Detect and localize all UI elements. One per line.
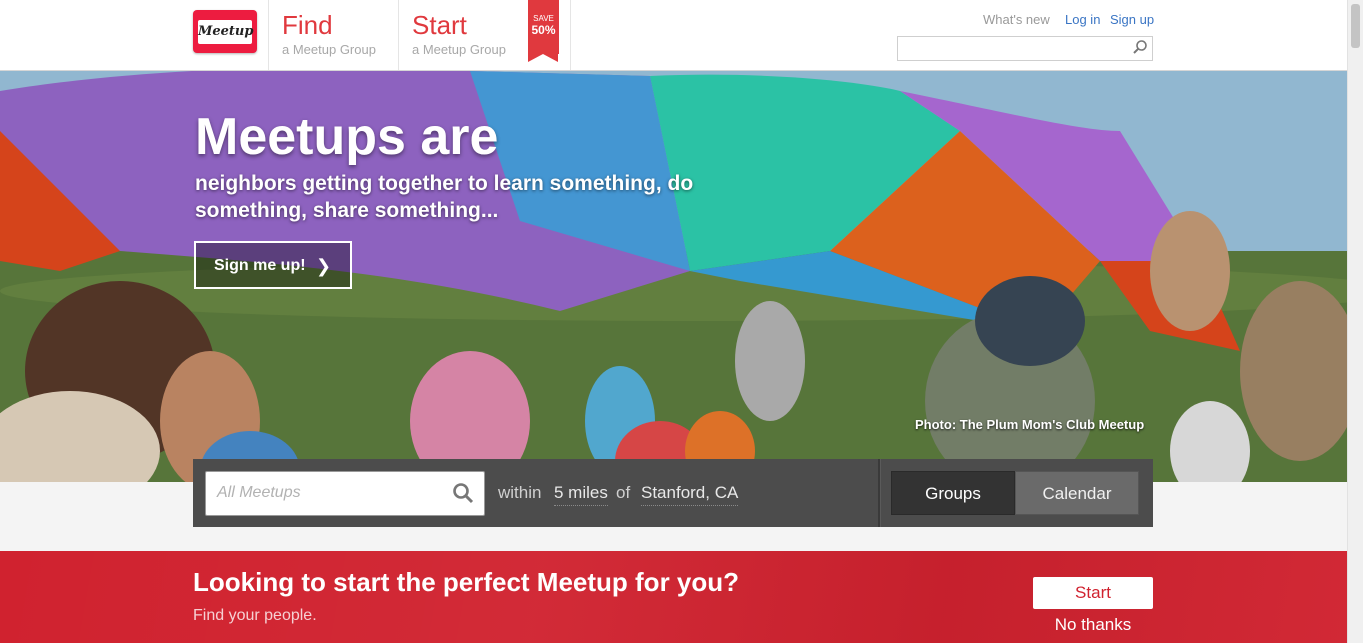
hero-title: Meetups are [195,108,499,166]
tab-calendar[interactable]: Calendar [1015,471,1139,515]
meetup-search-bar: All Meetups within 5 miles of Stanford, … [193,459,1153,527]
ribbon-percent-label: 50% [531,23,556,37]
promo-subtitle: Find your people. [193,607,317,624]
start-title: Start [412,10,467,40]
whats-new-link[interactable]: What's new [983,12,1050,27]
tab-groups[interactable]: Groups [891,471,1015,515]
login-link[interactable]: Log in [1065,12,1100,27]
search-icon[interactable] [1132,39,1148,55]
chevron-right-icon: ❯ [316,256,332,276]
nav-divider [570,0,571,70]
promo-title: Looking to start the perfect Meetup for … [193,567,740,597]
find-subtitle: a Meetup Group [282,42,376,57]
search-icon[interactable] [452,482,474,504]
nav-divider [268,0,269,70]
signup-link[interactable]: Sign up [1110,12,1154,27]
search-placeholder: All Meetups [217,484,301,501]
page-scrollbar[interactable] [1347,0,1363,643]
ribbon-save-label: SAVE [533,14,554,23]
start-meetup-promo: Looking to start the perfect Meetup for … [0,551,1347,643]
hero-subtitle: neighbors getting together to learn some… [195,172,694,222]
of-label: of [616,483,631,502]
meetup-search-input[interactable]: All Meetups [205,471,485,516]
no-thanks-link[interactable]: No thanks [1033,615,1153,635]
promo-start-button[interactable]: Start [1033,577,1153,609]
photo-credit: Photo: The Plum Mom's Club Meetup [915,417,1145,432]
location-selector[interactable]: Stanford, CA [641,483,739,506]
start-group-link[interactable]: Start a Meetup Group [412,8,506,58]
find-title: Find [282,10,333,40]
find-group-link[interactable]: Find a Meetup Group [282,8,376,58]
sign-me-up-button[interactable]: Sign me up! ❯ [194,241,352,289]
nav-divider [398,0,399,70]
site-header: Meetup Find a Meetup Group Start a Meetu… [0,0,1347,71]
distance-selector[interactable]: 5 miles [554,483,608,506]
scrollbar-thumb[interactable] [1351,4,1360,48]
hero-banner: Meetups are neighbors getting together t… [0,71,1347,482]
start-subtitle: a Meetup Group [412,42,506,57]
logo-text: Meetup [198,20,253,44]
search-divider [878,459,881,527]
meetup-logo[interactable]: Meetup [193,10,257,53]
header-search-input[interactable] [897,36,1153,61]
within-label: within [498,483,542,502]
save-ribbon-badge[interactable]: SAVE 50% [528,0,559,62]
sign-me-up-label: Sign me up! [214,257,306,274]
